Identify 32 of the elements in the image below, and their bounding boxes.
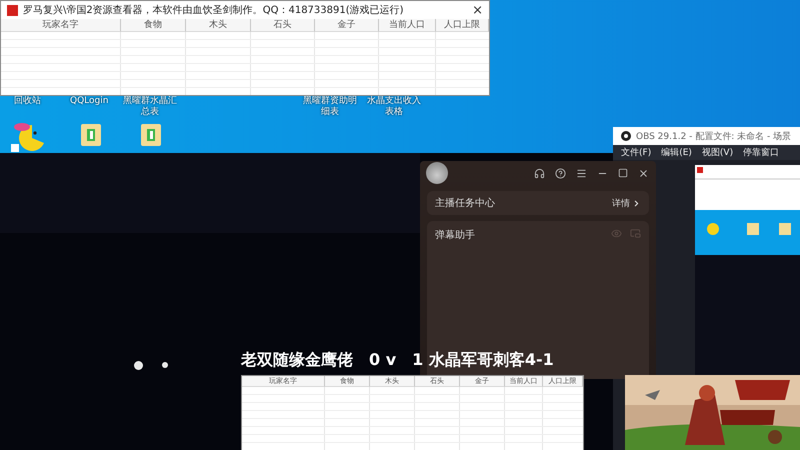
menu-item[interactable]: 停靠窗口 xyxy=(743,146,780,159)
task-center-card[interactable]: 主播任务中心 详情 xyxy=(427,191,649,215)
window-title: 罗马复兴\帝国2资源查看器，本软件由血饮圣剑制作。QQ：418733891(游戏已运行) xyxy=(23,4,405,17)
close-button[interactable]: × xyxy=(472,2,483,18)
obs-logo-icon xyxy=(621,131,631,141)
folder-icon[interactable] xyxy=(140,121,164,147)
column-header[interactable]: 食物 xyxy=(121,19,186,32)
headphones-icon[interactable] xyxy=(534,168,545,178)
column-header[interactable]: 当前人口 xyxy=(379,19,436,32)
close-icon[interactable] xyxy=(638,168,649,178)
help-icon[interactable] xyxy=(555,168,566,178)
column-header[interactable]: 金子 xyxy=(315,19,379,32)
menu-item[interactable]: 视图(V) xyxy=(702,146,734,159)
indicator-dot xyxy=(134,360,143,370)
match-score-text: 老双随缘金鹰佬 0 v 1 水晶军哥刺客4-1 xyxy=(241,350,554,371)
card-title: 主播任务中心 xyxy=(435,196,495,210)
column-header[interactable]: 石头 xyxy=(251,19,315,32)
window-title: OBS 29.1.2 - 配置文件: 未命名 - 场景 xyxy=(636,130,792,142)
indicator-dot xyxy=(162,362,168,368)
panel-title: 弹幕助手 xyxy=(435,228,475,242)
details-link[interactable]: 详情 xyxy=(612,196,641,210)
chevron-icon xyxy=(632,198,641,208)
maximize-icon[interactable] xyxy=(618,168,628,178)
menu-icon[interactable] xyxy=(576,168,587,178)
menu-item[interactable]: 文件(F) xyxy=(621,146,652,159)
column-header[interactable]: 人口上限 xyxy=(436,19,489,32)
avatar[interactable] xyxy=(426,162,448,184)
column-header[interactable]: 木头 xyxy=(186,19,251,32)
menu-item[interactable]: 编辑(E) xyxy=(661,146,692,159)
column-header[interactable]: 玩家名字 xyxy=(1,19,121,32)
app-logo-icon xyxy=(7,4,18,16)
folder-icon[interactable] xyxy=(80,121,104,147)
